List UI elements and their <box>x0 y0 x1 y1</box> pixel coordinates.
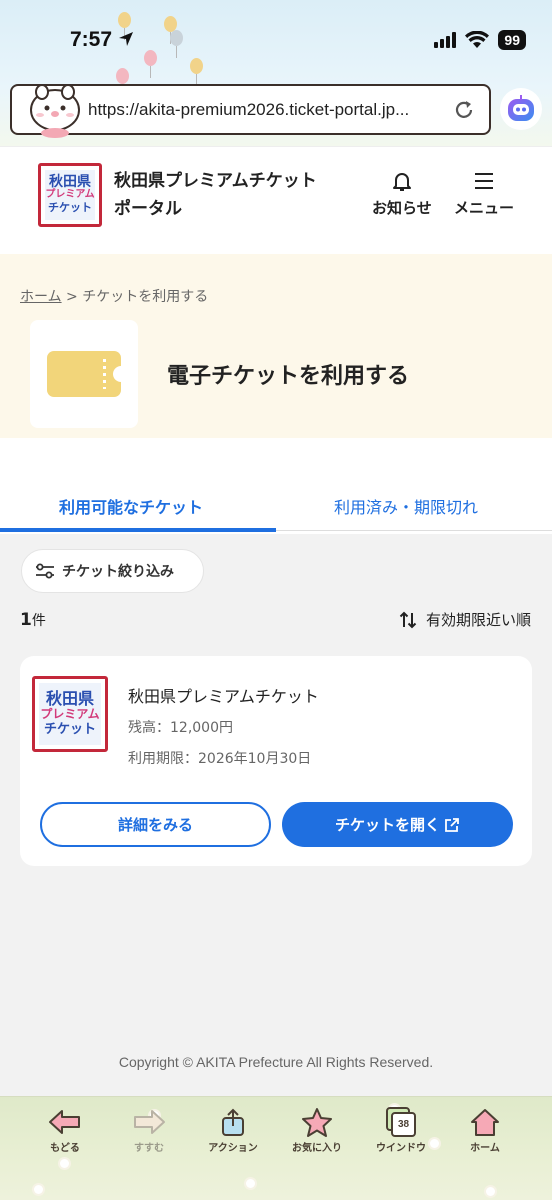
flower-decoration <box>486 1187 495 1196</box>
flower-decoration <box>34 1185 43 1194</box>
location-arrow-icon <box>118 32 133 46</box>
back-arrow-icon <box>49 1110 80 1134</box>
copyright: Copyright © AKITA Prefecture All Rights … <box>118 1054 434 1070</box>
share-action-button[interactable]: アクション <box>198 1107 268 1154</box>
ticket-balance: 残高：12,000円 <box>128 720 233 736</box>
back-button[interactable]: もどる <box>30 1107 100 1154</box>
page-title: 電子チケットを利用する <box>167 364 410 389</box>
tab-used-expired[interactable]: 利用済み・期限切れ <box>334 494 478 518</box>
site-logo[interactable]: 秋田県 プレミアム チケット <box>38 163 102 227</box>
sort-button[interactable]: 有効期限近い順 <box>398 609 531 630</box>
ticket-expiry: 利用期限：2026年10月30日 <box>128 751 312 767</box>
forward-button[interactable]: すすむ <box>114 1107 184 1154</box>
flower-decoration <box>246 1179 255 1188</box>
balloon-decoration <box>170 30 183 58</box>
favorites-button[interactable]: お気に入り <box>282 1107 352 1154</box>
balloon-decoration <box>190 58 203 86</box>
breadcrumb-separator: > <box>66 289 78 305</box>
tab-available-tickets[interactable]: 利用可能なチケット <box>59 494 203 518</box>
breadcrumb-home-link[interactable]: ホーム <box>20 289 62 305</box>
reload-icon[interactable] <box>453 99 475 121</box>
url-text: https://akita-premium2026.ticket-portal.… <box>88 99 410 119</box>
menu-button[interactable]: メニュー <box>454 169 514 218</box>
share-icon <box>222 1108 244 1136</box>
ticket-filter-button[interactable]: チケット絞り込み <box>21 549 204 593</box>
status-indicators: 99 <box>434 30 526 50</box>
site-title[interactable]: 秋田県プレミアムチケット ポータル <box>114 167 317 223</box>
browser-toolbar: もどる すすむ アクション お気に入り 38 ウインドウ ホーム <box>0 1096 552 1200</box>
cell-signal-icon <box>434 32 457 48</box>
filter-sliders-icon <box>36 563 54 579</box>
ticket-card: 秋田県 プレミアム チケット 秋田県プレミアムチケット 残高：12,000円 利… <box>20 656 532 866</box>
house-icon <box>471 1109 499 1136</box>
hamburger-menu-icon <box>475 173 493 189</box>
ticket-icon <box>30 320 138 428</box>
balloon-decoration <box>118 12 131 40</box>
bell-icon <box>392 173 411 191</box>
flower-decoration <box>60 1159 69 1168</box>
wifi-icon <box>465 31 490 48</box>
open-ticket-button[interactable]: チケットを開く <box>282 802 513 847</box>
sort-arrows-icon <box>399 611 417 628</box>
external-link-icon <box>445 817 459 832</box>
active-tab-indicator <box>0 528 276 532</box>
breadcrumb-current: チケットを利用する <box>82 289 209 305</box>
ticket-logo: 秋田県 プレミアム チケット <box>32 676 108 752</box>
balloon-decoration <box>144 50 157 78</box>
browser-chrome: 7:57 99 https://akita-premium2026.ticket… <box>0 0 552 146</box>
mascot-icon <box>30 84 80 138</box>
view-details-button[interactable]: 詳細をみる <box>40 802 271 847</box>
status-time: 7:57 <box>70 28 134 52</box>
page-hero: ホーム > チケットを利用する 電子チケットを利用する <box>0 254 552 438</box>
star-icon <box>302 1108 332 1137</box>
site-header: 秋田県 プレミアム チケット 秋田県プレミアムチケット ポータル お知らせ メニ… <box>0 146 552 254</box>
tab-divider <box>276 530 552 531</box>
balloon-decoration <box>116 68 129 96</box>
battery-indicator: 99 <box>498 30 526 50</box>
ticket-tabs: 利用可能なチケット 利用済み・期限切れ <box>0 438 552 534</box>
windows-button[interactable]: 38 ウインドウ <box>366 1107 436 1154</box>
notifications-button[interactable]: お知らせ <box>372 169 432 218</box>
breadcrumb: ホーム > チケットを利用する <box>20 286 208 306</box>
address-bar[interactable]: https://akita-premium2026.ticket-portal.… <box>10 84 491 138</box>
assistant-bot-icon[interactable] <box>500 88 542 130</box>
forward-arrow-icon <box>134 1110 165 1134</box>
ticket-title: 秋田県プレミアムチケット <box>128 687 319 706</box>
windows-icon: 38 <box>386 1107 416 1137</box>
home-button[interactable]: ホーム <box>450 1107 520 1154</box>
result-count: 1件 <box>20 610 46 630</box>
